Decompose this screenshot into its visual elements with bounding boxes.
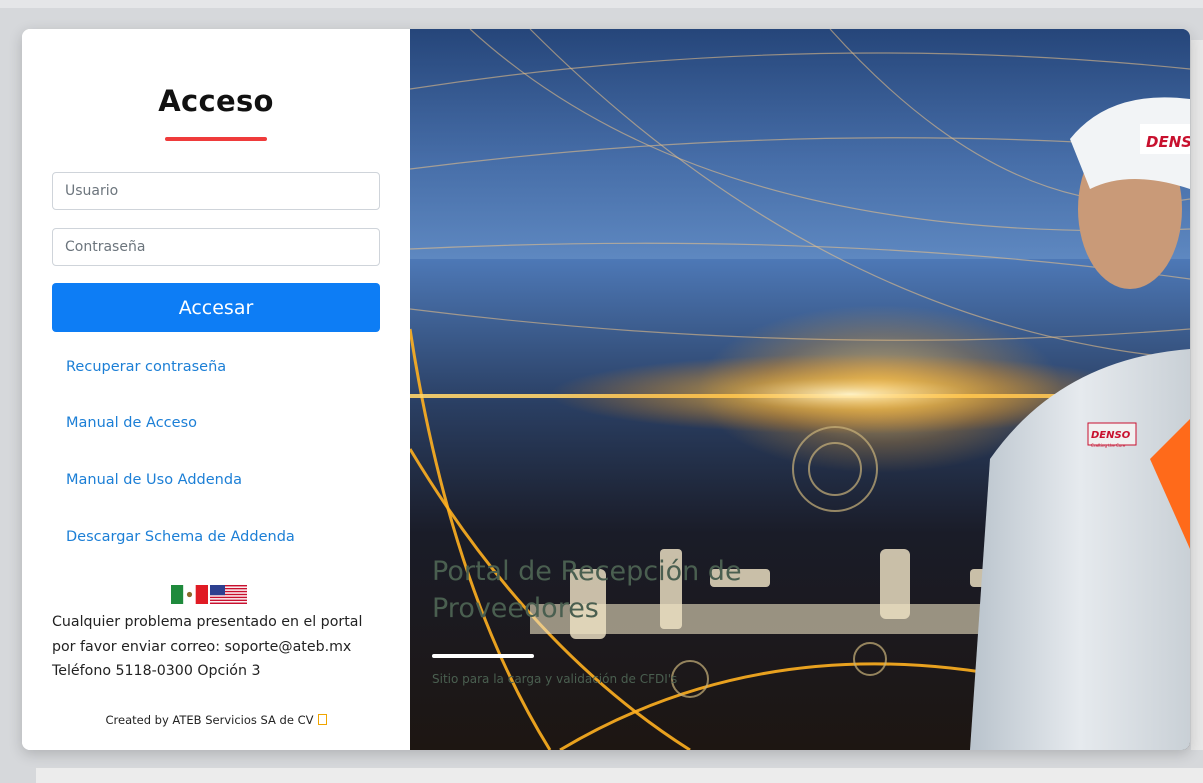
heart-icon [317,714,327,725]
hero-title: Portal de Recepción de Proveedores [432,556,742,624]
page-background: Acceso Accesar Recuperar contraseña Manu… [0,0,1203,783]
window-edge [1191,40,1203,750]
badge-brand-text: DENSO [1091,430,1131,441]
support-contact-text: Cualquier problema presentado en el port… [52,610,392,684]
badge-tagline-text: Crafting the Core [1091,443,1126,448]
footer-credit: Created by ATEB Servicios SA de CV [22,713,410,727]
mexico-flag-icon[interactable] [171,585,208,604]
username-input[interactable] [52,172,380,210]
addenda-manual-link[interactable]: Manual de Uso Addenda [66,472,242,488]
credit-text: Created by ATEB Servicios SA de CV [105,713,314,727]
access-manual-link[interactable]: Manual de Acceso [66,415,197,431]
login-panel: Acceso Accesar Recuperar contraseña Manu… [22,29,410,750]
window-bottom-edge [36,768,1203,783]
language-selector [171,585,247,604]
usa-flag-icon[interactable] [210,585,247,604]
hero-underline [432,654,534,658]
support-email-line: por favor enviar correo: soporte@ateb.mx [52,638,352,655]
login-title: Acceso [158,84,274,118]
support-phone-line: Teléfono 5118-0300 Opción 3 [52,663,261,679]
cap-brand-text: DENSO [1146,133,1190,151]
support-line: Cualquier problema presentado en el port… [52,614,363,630]
hero-subtitle: Sitio para la carga y validación de CFDI… [432,672,678,686]
addenda-schema-download-link[interactable]: Descargar Schema de Addenda [66,529,295,545]
hero-banner: DENSO DENSO Crafting the Core Portal de … [410,29,1190,750]
login-button[interactable]: Accesar [52,283,380,332]
password-input[interactable] [52,228,380,266]
login-card: Acceso Accesar Recuperar contraseña Manu… [22,29,1190,750]
hero-illustration: DENSO DENSO Crafting the Core [410,29,1190,750]
title-underline [165,137,267,141]
recover-password-link[interactable]: Recuperar contraseña [66,359,226,375]
